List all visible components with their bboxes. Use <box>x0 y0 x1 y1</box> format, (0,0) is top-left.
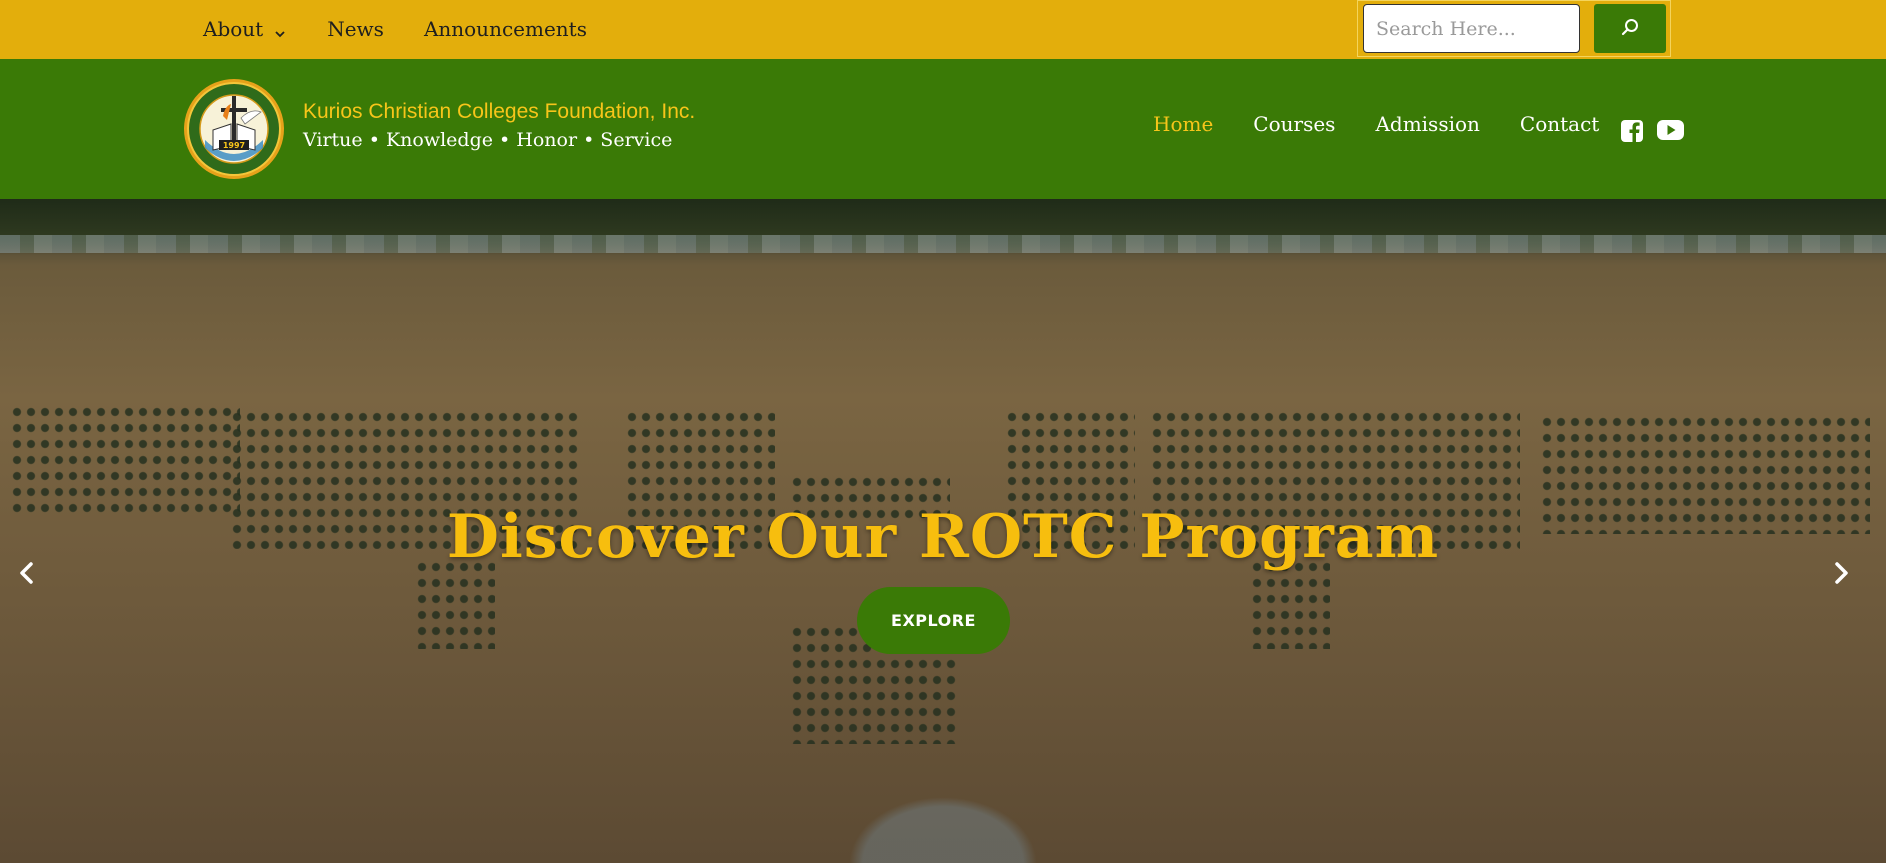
explore-button[interactable]: EXPLORE <box>857 587 1010 654</box>
nav-home[interactable]: Home <box>1153 112 1213 136</box>
top-nav: About News Announcements <box>203 0 587 57</box>
seal-year-text: 1997 <box>223 141 245 150</box>
nav-admission[interactable]: Admission <box>1375 112 1479 136</box>
social-links <box>1620 119 1684 147</box>
nav-contact[interactable]: Contact <box>1520 112 1599 136</box>
top-nav-about[interactable]: About <box>203 17 287 41</box>
chevron-left-icon[interactable] <box>12 558 42 588</box>
troop-formation <box>415 559 495 649</box>
chevron-down-icon <box>273 22 287 37</box>
nav-courses[interactable]: Courses <box>1253 112 1335 136</box>
troop-formation <box>10 404 240 514</box>
facebook-icon[interactable] <box>1620 119 1644 147</box>
college-seal-logo[interactable]: 1997 <box>183 78 285 180</box>
youtube-icon[interactable] <box>1657 119 1684 147</box>
troop-formation <box>1250 559 1330 649</box>
top-nav-announcements[interactable]: Announcements <box>424 17 587 41</box>
brand-name[interactable]: Kurios Christian Colleges Foundation, In… <box>303 100 695 124</box>
hero-title: Discover Our ROTC Program <box>446 502 1440 572</box>
search-input[interactable] <box>1363 4 1580 53</box>
top-bar: About News Announcements <box>0 0 1886 59</box>
brand-tagline: Virtue • Knowledge • Honor • Service <box>303 129 673 151</box>
search-button[interactable] <box>1594 4 1666 53</box>
chevron-right-icon[interactable] <box>1826 558 1856 588</box>
hero-background-rocks <box>0 235 1886 253</box>
main-nav: Home Courses Admission Contact <box>1153 112 1599 136</box>
search-icon <box>1620 17 1640 40</box>
top-nav-about-label: About <box>203 16 264 41</box>
top-nav-news[interactable]: News <box>327 17 384 41</box>
search-box <box>1357 0 1671 57</box>
